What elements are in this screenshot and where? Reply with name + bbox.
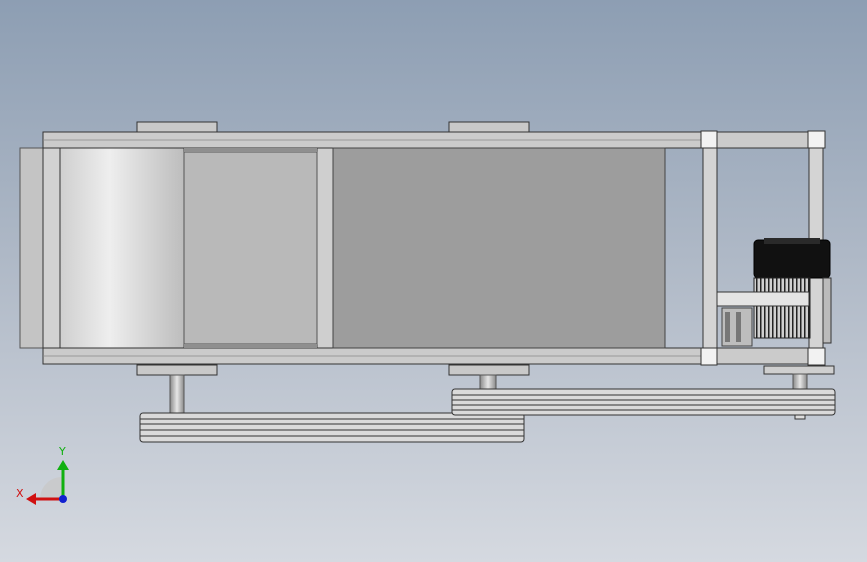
triad-arc [40, 477, 62, 499]
z-axis-dot [59, 495, 67, 503]
y-axis-arrowhead [57, 460, 69, 470]
side-panel [332, 147, 666, 349]
bottom-bearing-blocks [136, 364, 835, 376]
x-axis-arrowhead [26, 493, 36, 505]
view-triad: Y X [16, 445, 69, 505]
frame-joints [700, 130, 718, 366]
cad-viewport[interactable]: Y X [0, 0, 867, 562]
x-axis-label: X [16, 487, 24, 500]
conveyor-assembly-view: Y X [16, 121, 836, 505]
belt-lower [139, 412, 525, 443]
belt-upper [451, 388, 836, 416]
y-axis-label: Y [58, 445, 66, 458]
top-bearing-blocks [136, 121, 530, 133]
slide-plate [183, 148, 318, 348]
